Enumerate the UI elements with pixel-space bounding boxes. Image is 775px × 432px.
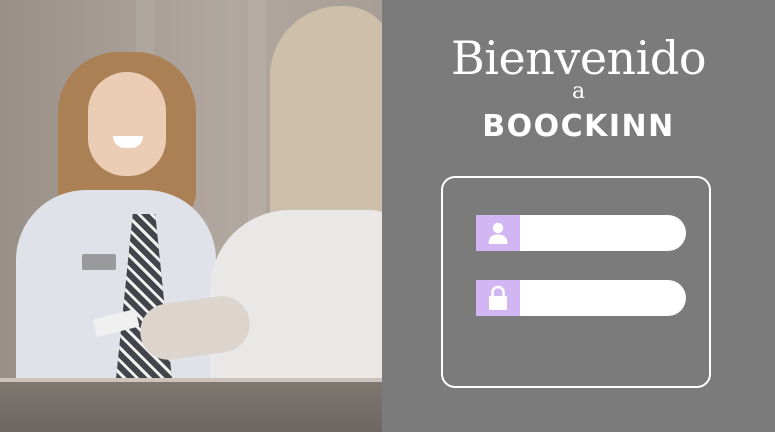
password-field — [476, 280, 725, 316]
lock-icon — [476, 280, 520, 316]
username-field — [476, 215, 725, 251]
hero-photo — [0, 0, 382, 432]
photo-overlay — [0, 0, 382, 432]
password-input[interactable] — [520, 280, 725, 316]
user-icon-glyph — [488, 222, 508, 244]
login-page: Bienvenido a BOOCKINN — [0, 0, 775, 432]
welcome-connector: a — [571, 79, 586, 104]
login-form — [441, 176, 725, 388]
username-input[interactable] — [520, 215, 725, 251]
login-panel: Bienvenido a BOOCKINN — [382, 0, 775, 432]
lock-icon-glyph — [489, 285, 507, 310]
brand-name: BOOCKINN — [482, 109, 675, 144]
welcome-title: Bienvenido — [450, 31, 707, 85]
user-icon — [476, 215, 520, 251]
